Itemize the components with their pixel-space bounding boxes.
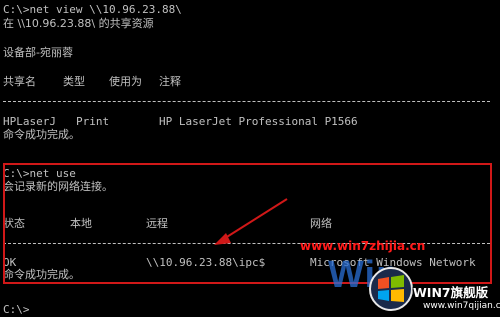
- badge-title: WIN7旗舰版: [413, 285, 489, 300]
- windows-flag-icon: [369, 267, 413, 311]
- badge-url: www.win7qijian.com: [423, 301, 500, 311]
- win7-badge: WIN7旗舰版 www.win7qijian.com: [368, 266, 500, 314]
- watermark-url: www.win7zhijia.cn: [300, 239, 426, 253]
